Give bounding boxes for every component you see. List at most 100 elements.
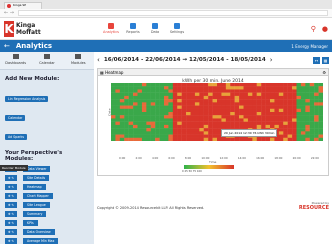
heatmap-cell[interactable] [234, 105, 240, 109]
heatmap-cell[interactable] [199, 83, 204, 87]
heatmap-cell[interactable] [186, 92, 191, 97]
heatmap-cell[interactable] [159, 108, 165, 113]
heatmap-cell[interactable] [181, 112, 187, 116]
heatmap-cell[interactable] [225, 92, 231, 97]
heatmap-cell[interactable] [199, 115, 204, 119]
heatmap-cell[interactable] [314, 108, 319, 113]
heatmap-cell[interactable] [186, 83, 191, 87]
heatmap-cell[interactable] [221, 124, 227, 129]
heatmap-cell[interactable] [181, 137, 187, 141]
heatmap-cell[interactable] [247, 102, 253, 106]
heatmap-cell[interactable] [111, 108, 116, 113]
heatmap-cell[interactable] [124, 105, 129, 109]
heatmap-cell[interactable] [164, 86, 169, 90]
heatmap-cell[interactable] [261, 121, 266, 126]
heatmap-cell[interactable] [287, 118, 293, 122]
heatmap-cell[interactable] [111, 102, 116, 106]
heatmap-cell[interactable] [252, 92, 257, 97]
heatmap-cell[interactable] [203, 115, 209, 119]
heatmap-cell[interactable] [168, 134, 174, 138]
heatmap-cell[interactable] [305, 112, 310, 116]
heatmap-cell[interactable] [146, 115, 151, 119]
heatmap-cell[interactable] [128, 124, 134, 129]
heatmap-cell[interactable] [146, 99, 151, 103]
heatmap-cell[interactable] [186, 115, 191, 119]
heatmap-cell[interactable] [203, 121, 209, 126]
drag-handle-icon[interactable]: ✥ ✎ [5, 183, 17, 190]
heatmap-cell[interactable] [186, 99, 191, 103]
heatmap-cell[interactable] [270, 137, 275, 141]
heatmap-cell[interactable] [278, 137, 284, 141]
drag-handle-icon[interactable]: ✥ ✎ [5, 201, 17, 208]
heatmap-cell[interactable] [212, 112, 218, 116]
heatmap-cell[interactable] [212, 99, 218, 103]
heatmap-cell[interactable] [172, 102, 178, 106]
heatmap-cell[interactable] [168, 124, 174, 129]
heatmap-cell[interactable] [159, 83, 165, 87]
heatmap-cell[interactable] [305, 105, 310, 109]
heatmap-cell[interactable] [155, 83, 160, 87]
heatmap-cell[interactable] [137, 112, 143, 116]
heatmap-cell[interactable] [159, 95, 165, 100]
heatmap-cell[interactable] [265, 95, 271, 100]
heatmap-cell[interactable] [141, 112, 147, 116]
heatmap-cell[interactable] [243, 86, 249, 90]
heatmap-cell[interactable] [137, 99, 143, 103]
heatmap-cell[interactable] [252, 83, 257, 87]
heatmap-cell[interactable] [261, 86, 266, 90]
heatmap-cell[interactable] [190, 89, 196, 93]
heatmap-cell[interactable] [230, 105, 235, 109]
heatmap-cell[interactable] [199, 128, 204, 132]
heatmap-cell[interactable] [181, 105, 187, 109]
heatmap-cell[interactable] [119, 118, 125, 122]
heatmap-cell[interactable] [217, 118, 222, 122]
heatmap-cell[interactable] [119, 137, 125, 141]
heatmap-cell[interactable] [199, 137, 204, 141]
heatmap-cell[interactable] [137, 95, 143, 100]
heatmap-cell[interactable] [256, 137, 262, 141]
heatmap-cell[interactable] [137, 83, 143, 87]
heatmap-cell[interactable] [146, 134, 151, 138]
heatmap-cell[interactable] [115, 83, 121, 87]
heatmap-cell[interactable] [194, 108, 200, 113]
heatmap-cell[interactable] [190, 86, 196, 90]
heatmap-cell[interactable] [230, 95, 235, 100]
module-item[interactable]: ✥ ✎ Data Overview [5, 228, 89, 236]
heatmap-cell[interactable] [300, 112, 306, 116]
heatmap-cell[interactable] [172, 121, 178, 126]
heatmap-cell[interactable] [309, 137, 315, 141]
heatmap-cell[interactable] [243, 118, 249, 122]
heatmap-cell[interactable] [230, 118, 235, 122]
heatmap-cell[interactable] [300, 128, 306, 132]
heatmap-cell[interactable] [212, 118, 218, 122]
heatmap-cell[interactable] [278, 108, 284, 113]
heatmap-cell[interactable] [270, 115, 275, 119]
heatmap-cell[interactable] [181, 99, 187, 103]
heatmap-cell[interactable] [124, 118, 129, 122]
heatmap-cell[interactable] [186, 128, 191, 132]
heatmap-cell[interactable] [283, 112, 288, 116]
heatmap-cell[interactable] [300, 131, 306, 135]
heatmap-cell[interactable] [186, 124, 191, 129]
heatmap-cell[interactable] [318, 121, 323, 126]
heatmap-cell[interactable] [274, 105, 280, 109]
heatmap-cell[interactable] [239, 124, 244, 129]
drag-handle-icon[interactable]: ✥ ✎ [5, 237, 17, 244]
heatmap-cell[interactable] [309, 102, 315, 106]
heatmap-cell[interactable] [194, 137, 200, 141]
heatmap-cell[interactable] [194, 102, 200, 106]
heatmap-cell[interactable] [305, 86, 310, 90]
heatmap-cell[interactable] [190, 108, 196, 113]
heatmap-cell[interactable] [283, 92, 288, 97]
heatmap-cell[interactable] [133, 99, 138, 103]
heatmap-cell[interactable] [243, 121, 249, 126]
heatmap-cell[interactable] [261, 99, 266, 103]
module-item[interactable]: ✥ ✎ Average Min Max [5, 237, 89, 244]
heatmap-cell[interactable] [296, 102, 302, 106]
heatmap-cell[interactable] [155, 105, 160, 109]
heatmap-cell[interactable] [150, 89, 156, 93]
heatmap-cell[interactable] [208, 89, 213, 93]
heatmap-cell[interactable] [309, 99, 315, 103]
heatmap-cell[interactable] [199, 134, 204, 138]
heatmap-cell[interactable] [247, 121, 253, 126]
